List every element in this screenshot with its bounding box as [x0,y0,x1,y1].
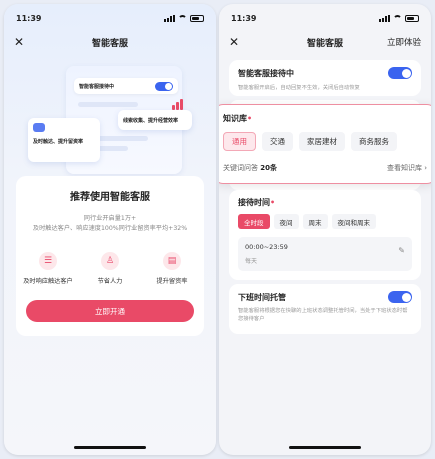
time-option-weekend[interactable]: 周末 [302,214,328,229]
required-mark: • [270,198,276,207]
wifi-icon [178,15,187,21]
feature-item: ♙ 节省人力 [82,252,138,285]
home-indicator [289,446,361,449]
off-hours-subtitle: 智能客服将根据您在快聊的上班状态调整托管时间，当处于下班状态时帮您接待客户 [238,308,408,322]
right-phone-screen: 11:39 ✕ 智能客服 立即体验 智能客服接待中 智能客服开启后，自动回复不生… [219,4,431,455]
edit-icon[interactable]: ✎ [398,246,405,255]
status-bar: 11:39 [16,12,204,24]
off-hours-title: 下班时间托管 [238,292,286,302]
chip-traffic[interactable]: 交通 [262,132,293,151]
reception-time-title: 接待时间• [238,198,276,207]
signal-icon [164,14,175,22]
chat-bubble-icon: ☰ [39,252,57,270]
left-phone-screen: 11:39 ✕ 智能客服 智能客服接待中 线索收集、提升经营效率 及时触达、提升… [4,4,216,455]
time-option-night-weekend[interactable]: 夜间和周末 [331,214,376,229]
nav-bar: ✕ 智能客服 [4,32,216,52]
reception-subtitle: 智能客服开启后，自动回复不生效，关闭后自动恢复 [238,85,360,91]
status-time: 11:39 [231,13,257,23]
off-hours-toggle[interactable] [388,291,412,303]
close-icon[interactable]: ✕ [229,35,239,49]
reception-time-card: 接待时间• 全时段 夜间 周末 夜间和周末 00:00~23:59 每天 ✎ [229,190,421,280]
chip-home-building[interactable]: 家居建材 [299,132,345,151]
nav-bar: ✕ 智能客服 立即体验 [219,32,431,52]
knowledge-base-card: 知识库• 通用 交通 家居建材 商务服务 关键词问答 20条 查看知识库 › [219,104,431,184]
reception-title: 智能客服接待中 [238,68,294,78]
feature-item: ☰ 及时响应触达客户 [20,252,76,285]
activate-button[interactable]: 立即开通 [26,300,194,322]
promo-description: 同行业开启量1万+ 及时触达客户、响应速度100%同行业留资率平均+32% [32,215,188,232]
reception-card: 智能客服接待中 智能客服开启后，自动回复不生效，关闭后自动恢复 [229,60,421,96]
person-icon: ♙ [101,252,119,270]
keyword-qa: 关键词问答 20条 [223,164,277,172]
battery-icon [190,14,204,22]
mini-toggle-icon [155,81,173,91]
knowledge-title: 知识库• [223,114,253,123]
required-mark: • [247,114,253,123]
time-range: 00:00~23:59 [245,243,288,251]
home-indicator [74,446,146,449]
off-hours-card: 下班时间托管 智能客服将根据您在快聊的上班状态调整托管时间，当处于下班状态时帮您… [229,284,421,334]
feature-item: ▤ 提升留资率 [144,252,200,285]
promo-illustration: 智能客服接待中 线索收集、提升经营效率 及时触达、提升留资率 [26,66,194,178]
try-now-link[interactable]: 立即体验 [387,36,421,48]
status-time: 11:39 [16,13,42,23]
time-range-box[interactable]: 00:00~23:59 每天 ✎ [238,237,412,271]
wifi-icon [393,15,402,21]
knowledge-chips: 通用 交通 家居建材 商务服务 [223,132,427,151]
status-bar: 11:39 [231,12,419,24]
promo-card: 推荐使用智能客服 同行业开启量1万+ 及时触达客户、响应速度100%同行业留资率… [16,176,204,336]
close-icon[interactable]: ✕ [14,35,24,49]
time-option-night[interactable]: 夜间 [273,214,299,229]
page-title: 智能客服 [91,38,128,49]
battery-icon [405,14,419,22]
chat-icon [33,123,45,132]
time-option-all[interactable]: 全时段 [238,214,270,229]
chevron-right-icon: › [424,164,427,172]
signal-icon [379,14,390,22]
reception-toggle[interactable] [388,67,412,79]
time-days: 每天 [245,258,258,265]
page-title: 智能客服 [306,38,343,49]
view-knowledge-link[interactable]: 查看知识库 › [387,163,427,173]
promo-title: 推荐使用智能客服 [70,192,150,203]
bar-chart-icon [172,98,186,110]
chip-general[interactable]: 通用 [223,132,256,151]
chip-business[interactable]: 商务服务 [351,132,397,151]
document-icon: ▤ [163,252,181,270]
